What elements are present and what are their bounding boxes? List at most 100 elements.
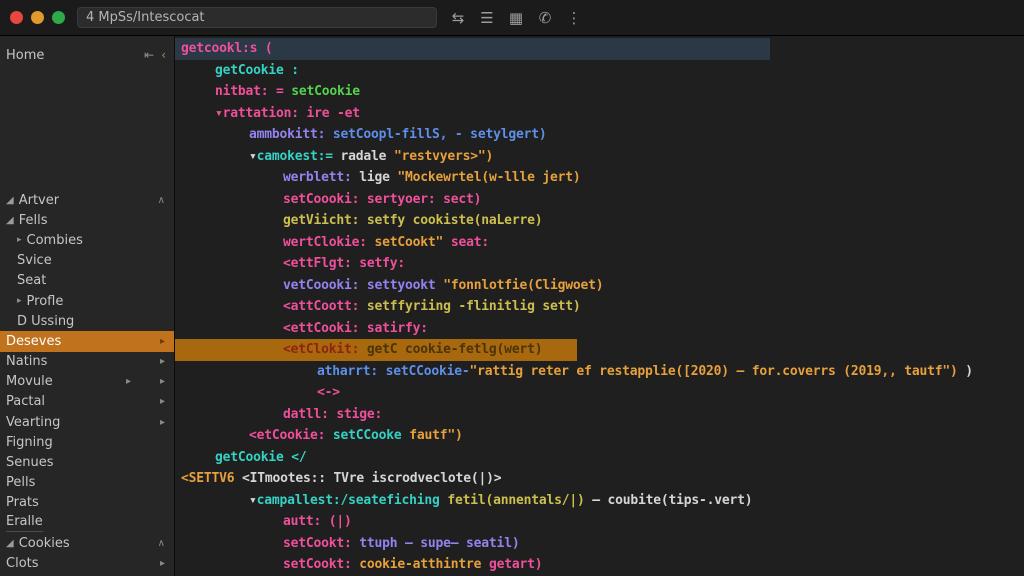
code-line[interactable]: <ettFlgt: setfy: bbox=[175, 253, 1024, 275]
code-token: "fonnlotfie(Cligwoet) bbox=[443, 278, 603, 293]
sidebar-item-label: Pells bbox=[6, 475, 35, 490]
code-line[interactable]: <etClokit: getC cookie-fetlg(wert) bbox=[175, 339, 1024, 361]
address-bar[interactable]: 4 MpSs/Intescocat bbox=[77, 7, 437, 28]
code-line[interactable]: wertClokie: setCookt" seat: bbox=[175, 232, 1024, 254]
code-token: setfy: bbox=[359, 256, 405, 271]
code-line[interactable]: <etCookie: setCCooke fautf") bbox=[175, 425, 1024, 447]
sidebar-item-label: Cookies bbox=[19, 536, 70, 551]
sidebar-item-senues[interactable]: Senues bbox=[0, 452, 174, 472]
sidebar-item-seat[interactable]: Seat bbox=[0, 271, 174, 291]
sidebar-item-svice[interactable]: Svice bbox=[0, 251, 174, 271]
sidebar-item-clots[interactable]: Clots▸ bbox=[0, 553, 174, 573]
code-token: ammbokitt: bbox=[249, 127, 333, 142]
code-token: getViicht: bbox=[283, 213, 367, 228]
undo-redo-icon[interactable]: ⇆ bbox=[449, 9, 467, 27]
code-token: setCookt: bbox=[283, 557, 359, 572]
code-token: campallest:/seatefiching bbox=[257, 493, 448, 508]
code-token: setffyriing -flinitlig sett) bbox=[367, 299, 581, 314]
code-line[interactable]: getCookie </ bbox=[175, 447, 1024, 469]
code-line[interactable]: ▾camokest:= radale "restvyers>") bbox=[175, 146, 1024, 168]
code-token: "Mockewrtel(w-llle jert) bbox=[397, 170, 580, 185]
code-token: autt: bbox=[283, 514, 329, 529]
code-line[interactable]: <SETTV6 <ITmootes:: TVre iscrodveclote(|… bbox=[175, 468, 1024, 490]
code-token: setCoooki: bbox=[283, 192, 367, 207]
app-window: 4 MpSs/Intescocat ⇆ ☰ ▦ ✆ ⋮ Home ⇤ ‹ ◢Artver∧… bbox=[0, 0, 1024, 576]
sidebar-item-d-ussing[interactable]: D Ussing bbox=[0, 311, 174, 331]
code-token: ▾ bbox=[249, 493, 257, 508]
code-token: stige: bbox=[336, 407, 382, 422]
sidebar-item-home[interactable]: Home ⇤ ‹ bbox=[0, 36, 174, 66]
tri-icon: ◢ bbox=[6, 195, 14, 206]
code-token: rattation: bbox=[223, 106, 307, 121]
calendar-icon[interactable]: ▦ bbox=[507, 9, 525, 27]
code-line[interactable]: <-> bbox=[175, 382, 1024, 404]
code-token: <attCoott: bbox=[283, 299, 367, 314]
code-token: ) bbox=[965, 364, 973, 379]
code-token: getcookl:s ( bbox=[181, 41, 273, 56]
back-icon[interactable]: ‹ bbox=[161, 48, 166, 62]
sidebar-item-figning[interactable]: Figning bbox=[0, 432, 174, 452]
code-line[interactable]: werblett: lige "Mockewrtel(w-llle jert) bbox=[175, 167, 1024, 189]
code-token: getCookie : bbox=[215, 63, 299, 78]
code-line[interactable]: setCoooki: sertyoer: sect) bbox=[175, 189, 1024, 211]
code-token: <-> bbox=[317, 385, 340, 400]
code-token: sertyoer: sect) bbox=[367, 192, 481, 207]
code-line[interactable]: ▾campallest:/seatefiching fetil(annental… bbox=[175, 490, 1024, 512]
sidebar-item-pells[interactable]: Pells bbox=[0, 473, 174, 493]
main-area: Home ⇤‹ ◢Artver∧◢Fells▸CombiesSviceSeat▸… bbox=[0, 36, 1024, 576]
code-line[interactable]: getCookie : bbox=[175, 60, 1024, 82]
sidebar-item-label: Natins bbox=[6, 354, 47, 369]
code-line[interactable]: getViicht: setfy cookiste(naLerre) bbox=[175, 210, 1024, 232]
sidebar-item-movule[interactable]: Movule▸▸ bbox=[0, 372, 174, 392]
phone-icon[interactable]: ✆ bbox=[536, 9, 554, 27]
code-line[interactable]: vetCoooki: settyookt "fonnlotfie(Cligwoe… bbox=[175, 275, 1024, 297]
code-token: getart) bbox=[481, 557, 542, 572]
arrow-icon: ▸ bbox=[160, 336, 165, 347]
code-line[interactable]: atharrt: setCCookie-"rattig reter ef res… bbox=[175, 361, 1024, 383]
code-token: setCCookie- bbox=[386, 364, 470, 379]
code-line[interactable]: <attCoott: setffyriing -flinitlig sett) bbox=[175, 296, 1024, 318]
code-token: </ bbox=[291, 450, 306, 465]
minimize-window-button[interactable] bbox=[31, 11, 44, 24]
sidebar-item-profle[interactable]: ▸Profle bbox=[0, 291, 174, 311]
code-token: <ettCooki: bbox=[283, 321, 367, 336]
code-line[interactable]: <ettCooki: satirfy: bbox=[175, 318, 1024, 340]
code-lines: getcookl:s ( getCookie : nitbat: = setCook… bbox=[175, 38, 1024, 576]
kebab-menu-icon[interactable]: ⋮ bbox=[565, 9, 583, 27]
toolbar-icons: ⇆ ☰ ▦ ✆ ⋮ bbox=[449, 9, 583, 27]
code-line[interactable]: getcookl:s ( bbox=[175, 38, 1024, 60]
sidebar-item-eralle[interactable]: Eralle bbox=[0, 513, 174, 533]
code-line[interactable]: nitbat: = setCookie bbox=[175, 81, 1024, 103]
sidebar-item-fells[interactable]: ◢Fells bbox=[0, 210, 174, 230]
sidebar-item-label: Eralle bbox=[6, 514, 43, 532]
sidebar-item-cookies[interactable]: ◢Cookies∧ bbox=[0, 533, 174, 553]
sidebar-item-artver[interactable]: ◢Artver∧ bbox=[0, 190, 174, 210]
list-icon[interactable]: ☰ bbox=[478, 9, 496, 27]
code-line[interactable]: datll: stige: bbox=[175, 404, 1024, 426]
code-token: ▾ bbox=[249, 149, 257, 164]
home-label: Home bbox=[6, 48, 44, 63]
close-window-button[interactable] bbox=[10, 11, 23, 24]
code-token: <etCookie: bbox=[249, 428, 333, 443]
zoom-window-button[interactable] bbox=[52, 11, 65, 24]
code-line[interactable]: setCookt: cookie-atthintre getart) bbox=[175, 554, 1024, 576]
sidebar: Home ⇤‹ ◢Artver∧◢Fells▸CombiesSviceSeat▸… bbox=[0, 36, 175, 576]
sidebar-item-combies[interactable]: ▸Combies bbox=[0, 230, 174, 250]
code-line[interactable]: ammbokitt: setCoopl-fillS, - setylgert) bbox=[175, 124, 1024, 146]
code-token: lige bbox=[359, 170, 397, 185]
code-line[interactable]: autt: (|) bbox=[175, 511, 1024, 533]
sidebar-item-pactal[interactable]: Pactal▸ bbox=[0, 392, 174, 412]
sidebar-item-vearting[interactable]: Vearting▸ bbox=[0, 412, 174, 432]
code-line[interactable]: setCookt: ttuph — supe— seatil) bbox=[175, 533, 1024, 555]
sidebar-item-label: Pactal bbox=[6, 394, 45, 409]
titlebar: 4 MpSs/Intescocat ⇆ ☰ ▦ ✆ ⋮ bbox=[0, 0, 1024, 36]
sidebar-item-prats[interactable]: Prats bbox=[0, 493, 174, 513]
code-token: atharrt: bbox=[317, 364, 386, 379]
sidebar-item-deseves[interactable]: Deseves▸ bbox=[0, 331, 174, 351]
code-token: vetCoooki: bbox=[283, 278, 367, 293]
sidebar-items: ◢Artver∧◢Fells▸CombiesSviceSeat▸ProfleD … bbox=[0, 190, 174, 574]
collapse-left-icon[interactable]: ⇤ bbox=[144, 48, 154, 62]
sidebar-item-natins[interactable]: Natins▸ bbox=[0, 352, 174, 372]
code-editor[interactable]: getcookl:s ( getCookie : nitbat: = setCook… bbox=[175, 36, 1024, 576]
code-line[interactable]: ▾rattation: ire -et bbox=[175, 103, 1024, 125]
